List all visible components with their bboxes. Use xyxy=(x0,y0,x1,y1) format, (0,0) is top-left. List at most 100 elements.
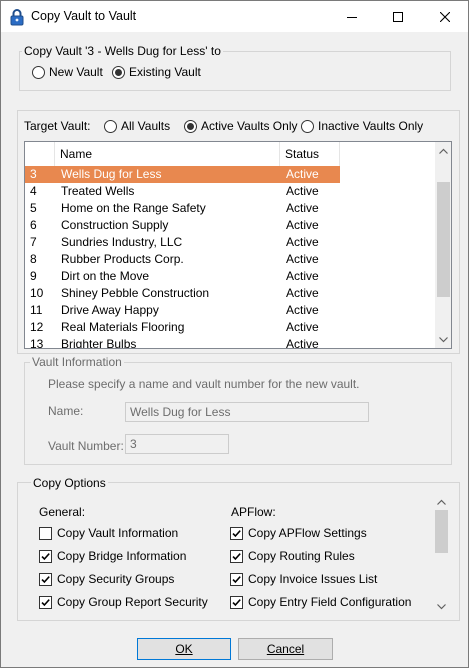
vault-status-cell: Active xyxy=(286,337,319,349)
copy-option-checkbox[interactable]: Copy Vault Information xyxy=(39,526,178,540)
radio-label: Active Vaults Only xyxy=(201,119,298,133)
vault-name-cell: Construction Supply xyxy=(61,218,169,232)
table-row[interactable]: 3 Wells Dug for Less Active xyxy=(25,166,340,183)
checkbox-checked-icon xyxy=(39,595,52,609)
vault-status-cell: Active xyxy=(286,167,319,181)
table-row[interactable]: 11 Drive Away Happy Active xyxy=(25,302,340,319)
checkbox-checked-icon xyxy=(230,572,243,586)
vault-name-cell: Brighter Bulbs xyxy=(61,337,137,349)
column-header-status[interactable]: Status xyxy=(280,142,340,166)
vault-name-cell: Sundries Industry, LLC xyxy=(61,235,183,249)
checkbox-label: Copy Entry Field Configuration xyxy=(248,595,412,609)
checkbox-label: Copy Bridge Information xyxy=(57,549,187,563)
copy-options-scrollbar[interactable] xyxy=(433,493,450,615)
vault-list-scrollbar[interactable] xyxy=(435,142,451,348)
cancel-button-label: Cancel xyxy=(266,642,305,656)
table-row[interactable]: 12 Real Materials Flooring Active xyxy=(25,319,340,336)
scroll-up-arrow-icon[interactable] xyxy=(435,142,451,159)
vault-id-cell: 6 xyxy=(30,218,37,232)
vault-name-cell: Drive Away Happy xyxy=(61,303,159,317)
vault-id-cell: 11 xyxy=(30,303,43,317)
vault-id-cell: 10 xyxy=(30,286,44,300)
vault-name-cell: Shiney Pebble Construction xyxy=(61,286,210,300)
copy-option-checkbox[interactable]: Copy APFlow Settings xyxy=(230,526,367,540)
vault-status-cell: Active xyxy=(286,184,319,198)
vault-id-cell: 12 xyxy=(30,320,44,334)
table-row[interactable]: 5 Home on the Range Safety Active xyxy=(25,200,340,217)
checkbox-checked-icon xyxy=(230,595,243,609)
table-row[interactable]: 10 Shiney Pebble Construction Active xyxy=(25,285,340,302)
scroll-up-arrow-icon[interactable] xyxy=(433,493,450,510)
table-row[interactable]: 9 Dirt on the Move Active xyxy=(25,268,340,285)
target-vault-label: Target Vault: xyxy=(24,119,91,133)
table-row[interactable]: 13 Brighter Bulbs Active xyxy=(25,336,340,349)
vault-status-cell: Active xyxy=(286,303,319,317)
vault-status-cell: Active xyxy=(286,252,319,266)
checkbox-label: Copy Invoice Issues List xyxy=(248,572,378,586)
vault-number-field[interactable]: 3 xyxy=(125,434,229,454)
minimize-icon xyxy=(347,16,357,18)
copy-option-checkbox[interactable]: Copy Invoice Issues List xyxy=(230,572,377,586)
ok-button-label: OK xyxy=(175,642,193,656)
vault-status-cell: Active xyxy=(286,201,319,215)
vault-name-field[interactable]: Wells Dug for Less xyxy=(125,402,369,422)
column-header-id[interactable] xyxy=(25,142,55,166)
existing-vault-radio[interactable]: Existing Vault xyxy=(112,65,201,79)
table-row[interactable]: 4 Treated Wells Active xyxy=(25,183,340,200)
vault-status-cell: Active xyxy=(286,320,319,334)
apflow-heading: APFlow: xyxy=(231,505,276,519)
table-row[interactable]: 6 Construction Supply Active xyxy=(25,217,340,234)
checkbox-label: Copy Security Groups xyxy=(57,572,175,586)
maximize-button[interactable] xyxy=(375,1,421,32)
checkbox-checked-icon xyxy=(230,526,243,540)
copy-option-checkbox[interactable]: Copy Bridge Information xyxy=(39,549,186,563)
vault-id-cell: 9 xyxy=(30,269,37,283)
general-heading: General: xyxy=(39,505,86,519)
vault-status-cell: Active xyxy=(286,286,319,300)
radio-label: All Vaults xyxy=(121,119,171,133)
checkbox-checked-icon xyxy=(230,549,243,563)
vault-name-cell: Real Materials Flooring xyxy=(61,320,185,334)
radio-label: Inactive Vaults Only xyxy=(318,119,424,133)
close-button[interactable] xyxy=(422,1,468,32)
checkbox-label: Copy Routing Rules xyxy=(248,549,355,563)
vault-name-cell: Rubber Products Corp. xyxy=(61,252,184,266)
cancel-button[interactable]: Cancel xyxy=(238,638,333,660)
copy-option-checkbox[interactable]: Copy Group Report Security xyxy=(39,595,208,609)
new-vault-radio[interactable]: New Vault xyxy=(32,65,103,79)
checkbox-label: Copy Vault Information xyxy=(57,526,179,540)
ok-button[interactable]: OK xyxy=(137,638,231,660)
scroll-down-arrow-icon[interactable] xyxy=(435,331,451,348)
vault-list[interactable]: Name Status 3 Wells Dug for Less Active 4 Tr… xyxy=(24,141,452,349)
maximize-icon xyxy=(393,11,403,22)
checkbox-unchecked-icon xyxy=(39,526,52,540)
checkbox-label: Copy APFlow Settings xyxy=(248,526,367,540)
copy-option-checkbox[interactable]: Copy Routing Rules xyxy=(230,549,355,563)
checkbox-checked-icon xyxy=(39,572,52,586)
title-bar[interactable]: Copy Vault to Vault xyxy=(1,1,468,32)
vault-id-cell: 7 xyxy=(30,235,37,249)
radio-label: New Vault xyxy=(49,65,103,79)
scroll-thumb[interactable] xyxy=(437,182,450,297)
radio-label: Existing Vault xyxy=(129,65,201,79)
minimize-button[interactable] xyxy=(329,1,375,32)
scroll-thumb[interactable] xyxy=(435,510,448,553)
table-row[interactable]: 8 Rubber Products Corp. Active xyxy=(25,251,340,268)
vault-id-cell: 5 xyxy=(30,201,37,215)
vault-name-cell: Wells Dug for Less xyxy=(61,167,162,181)
all-vaults-radio[interactable]: All Vaults xyxy=(104,119,170,133)
table-row[interactable]: 7 Sundries Industry, LLC Active xyxy=(25,234,340,251)
vault-id-cell: 13 xyxy=(30,337,44,349)
vault-status-cell: Active xyxy=(286,235,319,249)
column-header-name[interactable]: Name xyxy=(55,142,280,166)
vault-list-header: Name Status xyxy=(25,142,340,166)
copy-mode-legend: Copy Vault '3 - Wells Dug for Less' to xyxy=(22,44,223,58)
active-vaults-only-radio[interactable]: Active Vaults Only xyxy=(184,119,297,133)
radio-indicator xyxy=(104,119,117,133)
scroll-down-arrow-icon[interactable] xyxy=(433,598,450,615)
copy-option-checkbox[interactable]: Copy Entry Field Configuration xyxy=(230,595,411,609)
copy-vault-dialog: Copy Vault to Vault Copy Vault '3 - Well… xyxy=(0,0,469,668)
copy-option-checkbox[interactable]: Copy Security Groups xyxy=(39,572,174,586)
radio-indicator xyxy=(112,65,125,79)
inactive-vaults-only-radio[interactable]: Inactive Vaults Only xyxy=(301,119,423,133)
